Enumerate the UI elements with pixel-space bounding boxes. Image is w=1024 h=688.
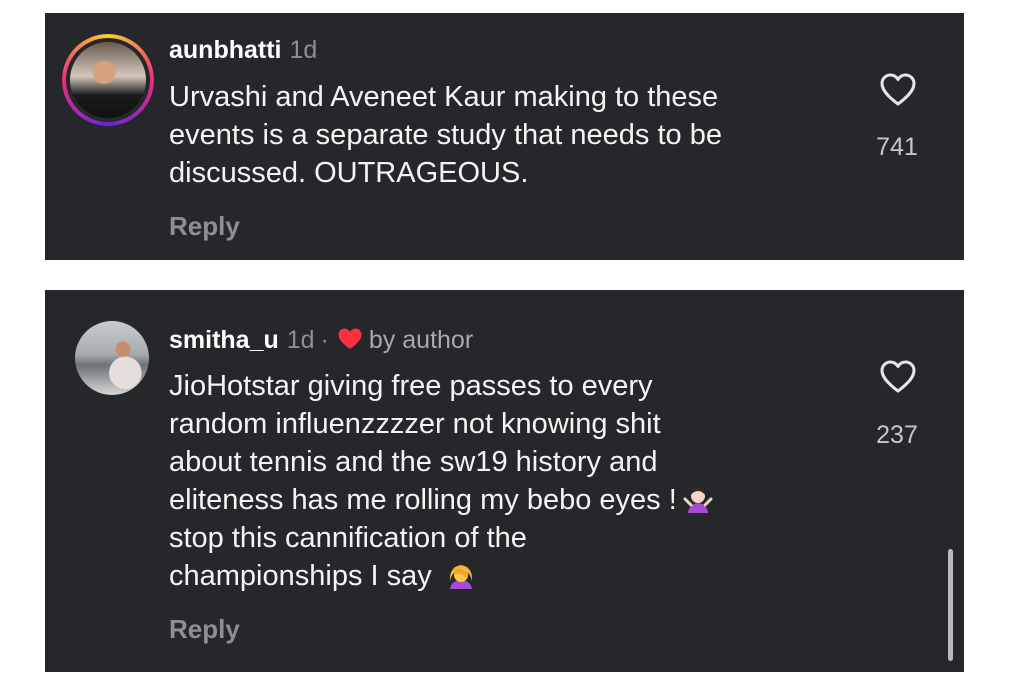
scrollbar[interactable] [948, 549, 953, 661]
separator-dot: · [320, 326, 329, 354]
reply-button[interactable]: Reply [169, 211, 240, 242]
shrug-emoji-icon [683, 488, 713, 513]
comment-line: events is a separate study that needs to… [169, 119, 722, 151]
avatar[interactable] [75, 321, 149, 395]
comment-text: JioHotstar giving free passes to every r… [169, 367, 713, 595]
comment-time: 1d [289, 36, 318, 64]
comment-line: discussed. OUTRAGEOUS. [169, 157, 529, 189]
heart-outline-icon[interactable] [878, 70, 918, 110]
facepalm-emoji-icon [449, 565, 472, 589]
comment-line: championships I say [169, 560, 432, 592]
comment-line-with-emoji: championships I say [169, 557, 713, 595]
comment-meta: aunbhatti 1d [169, 36, 317, 65]
by-author-label: by author [368, 326, 474, 354]
username[interactable]: smitha_u [169, 326, 279, 354]
like-count: 741 [876, 133, 918, 161]
comment-line: about tennis and the sw19 history and [169, 446, 658, 478]
avatar[interactable] [70, 42, 146, 118]
comment-line: random influenzzzzer not knowing shit [169, 408, 661, 440]
comment-meta: smitha_u 1d · by author [169, 326, 473, 355]
reply-button[interactable]: Reply [169, 614, 240, 645]
comment-line-with-emoji: eliteness has me rolling my bebo eyes ! [169, 481, 713, 519]
comment-line: stop this cannification of the [169, 522, 527, 554]
like-count: 237 [876, 421, 918, 449]
red-heart-icon [338, 328, 362, 349]
comment-line: eliteness has me rolling my bebo eyes ! [169, 484, 677, 516]
comment-line: Urvashi and Aveneet Kaur making to these [169, 81, 719, 113]
comment-line: JioHotstar giving free passes to every [169, 370, 653, 402]
comment-time: 1d [286, 326, 315, 354]
heart-outline-icon[interactable] [878, 357, 918, 397]
username[interactable]: aunbhatti [169, 36, 282, 64]
comment-text: Urvashi and Aveneet Kaur making to these… [169, 78, 722, 192]
